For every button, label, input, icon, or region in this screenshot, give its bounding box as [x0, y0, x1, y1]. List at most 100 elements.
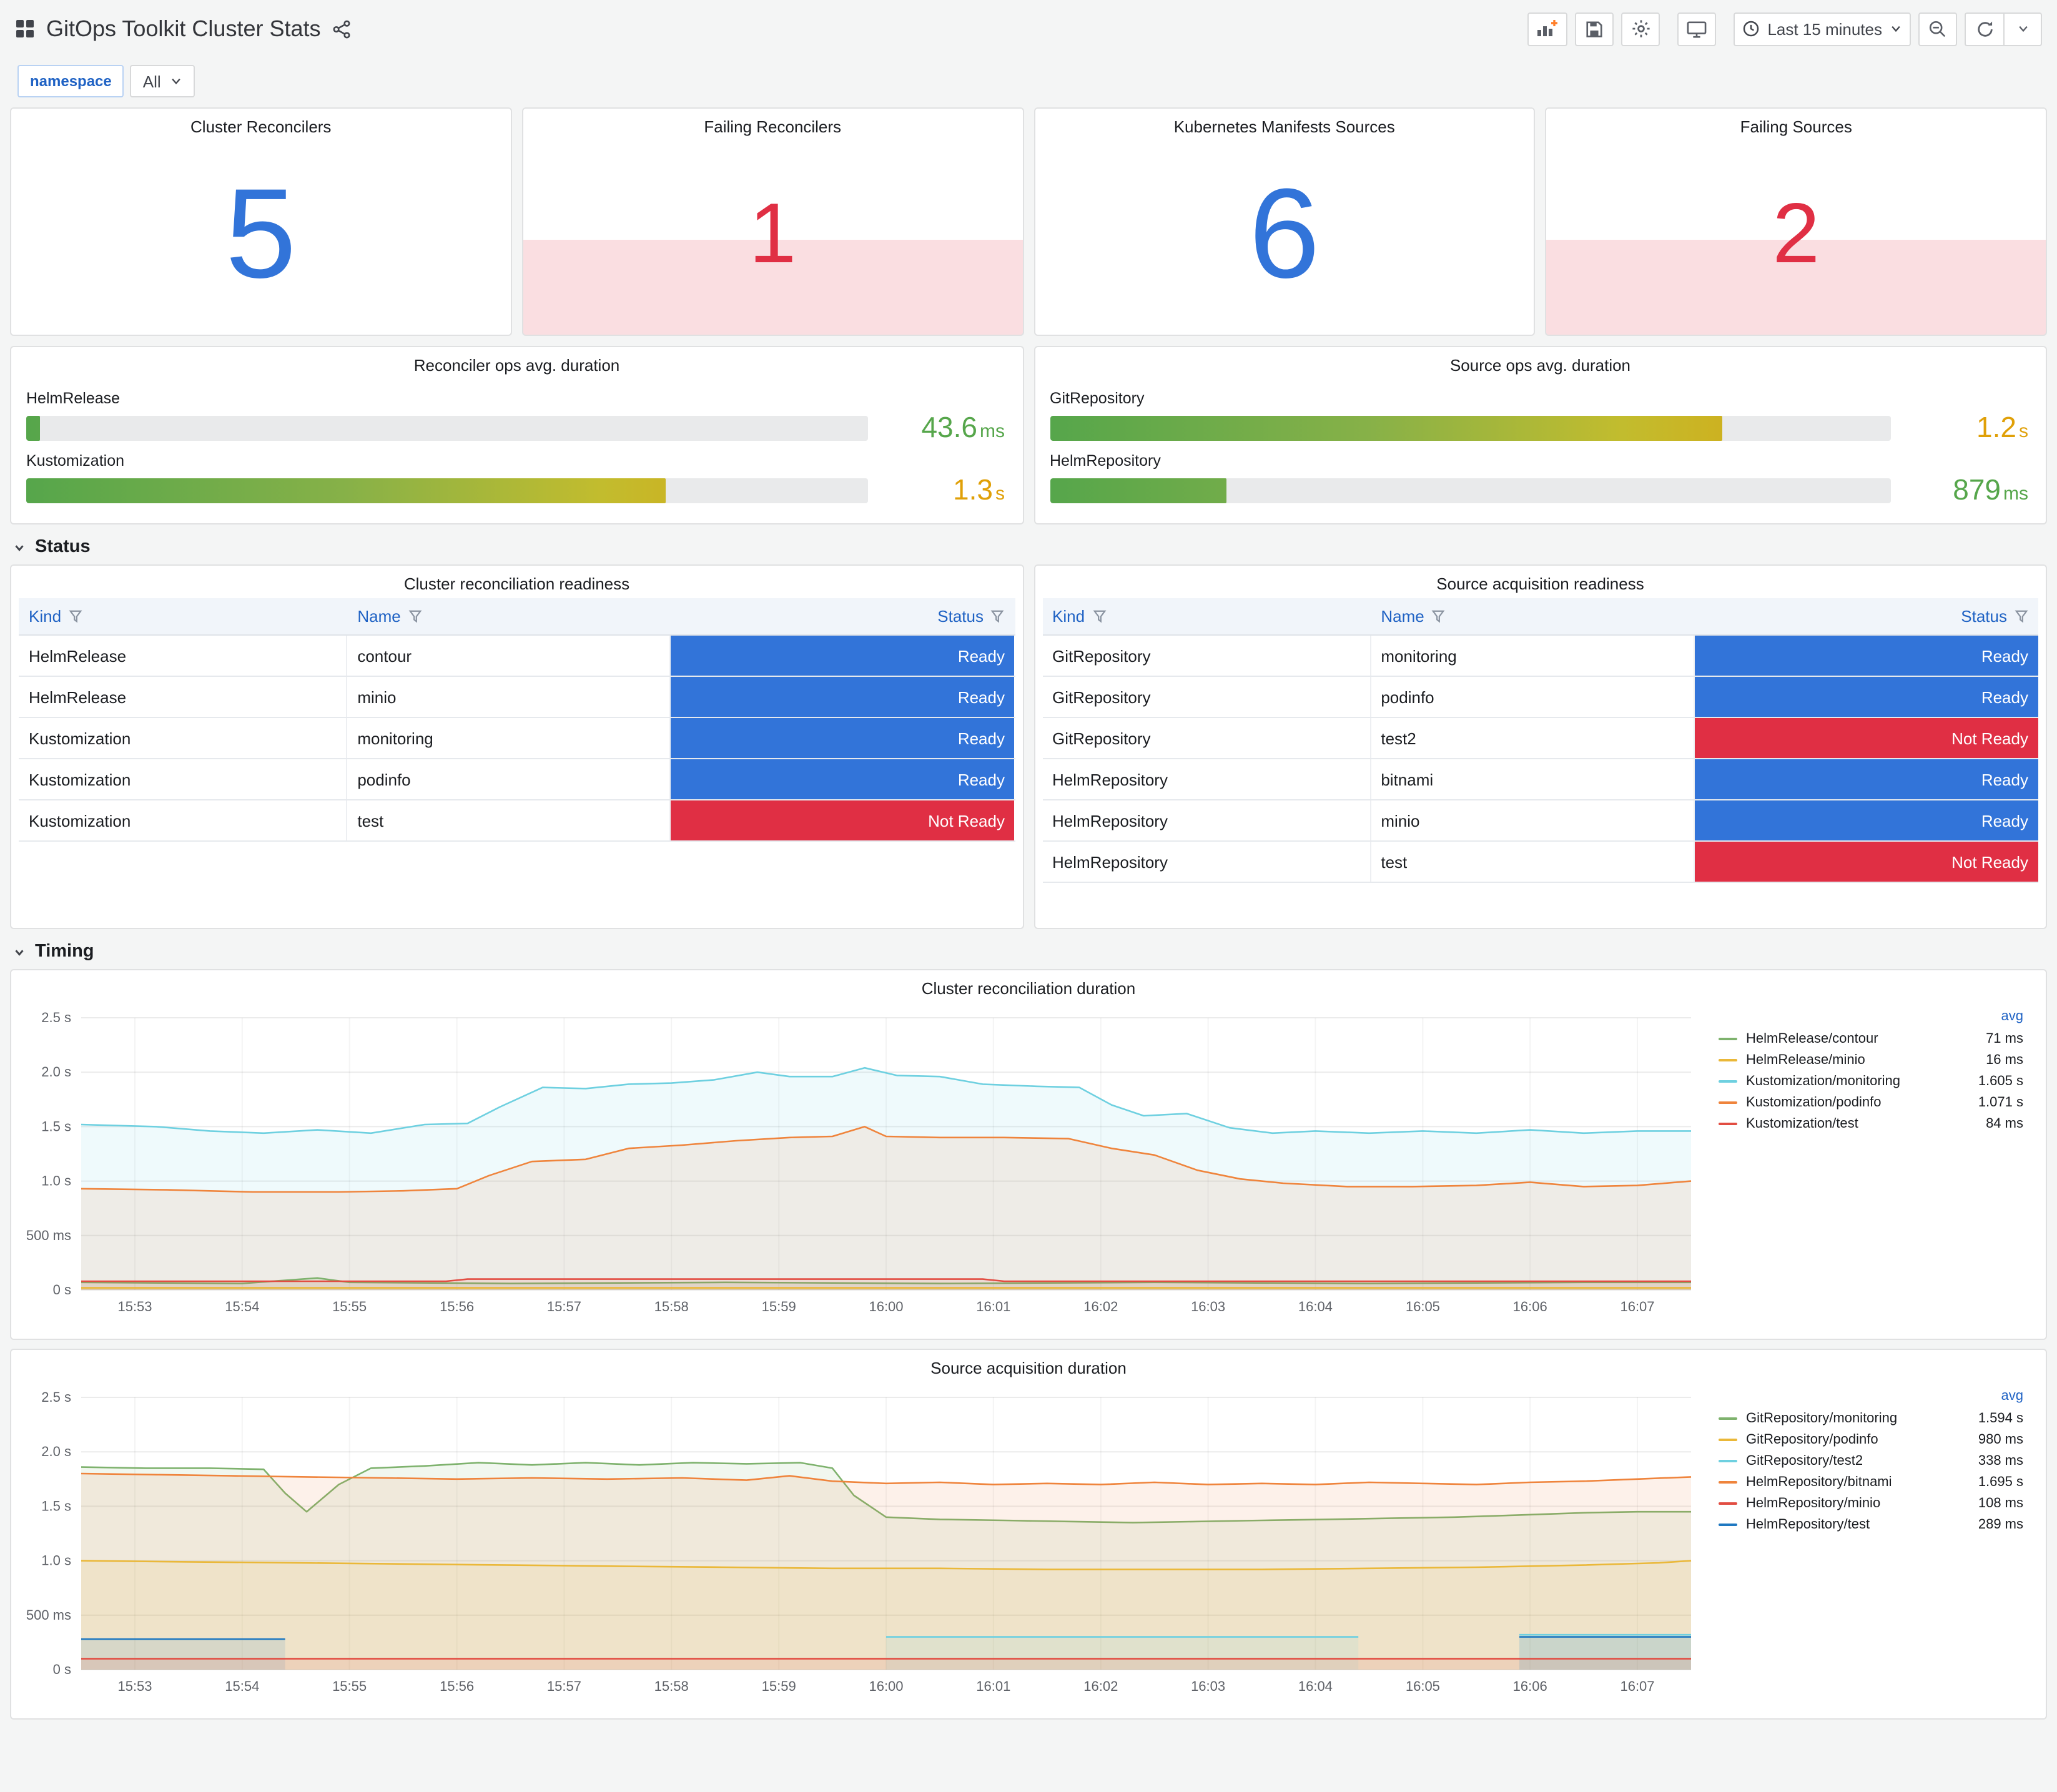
filter-icon[interactable] — [2015, 609, 2028, 623]
cell-status: Not Ready — [1694, 718, 2038, 758]
gauge-label: HelmRelease — [26, 390, 121, 407]
cell-name: minio — [1371, 800, 1695, 840]
zoom-out-button[interactable] — [1918, 12, 1957, 46]
svg-text:15:58: 15:58 — [654, 1299, 689, 1314]
series-color-swatch — [1719, 1058, 1737, 1061]
svg-text:16:05: 16:05 — [1406, 1678, 1440, 1694]
gauge-track — [26, 415, 867, 440]
tables-row: Cluster reconciliation readiness Kind Name… — [10, 564, 2047, 929]
gauge-value: 879 ms — [1953, 473, 2028, 506]
cell-status: Not Ready — [671, 800, 1015, 840]
svg-text:1.5 s: 1.5 s — [41, 1118, 71, 1134]
panel-title[interactable]: Cluster reconciliation duration — [11, 970, 2046, 1003]
gauge-value: 43.6 ms — [921, 411, 1005, 443]
legend-item[interactable]: Kustomization/podinfo 1.071 s — [1719, 1091, 2023, 1113]
cell-status: Ready — [1694, 800, 2038, 840]
legend-item[interactable]: GitRepository/monitoring 1.594 s — [1719, 1407, 2023, 1429]
cell-status: Ready — [671, 759, 1015, 799]
filter-icon[interactable] — [408, 609, 422, 623]
column-header-kind[interactable]: Kind — [1042, 598, 1371, 634]
svg-text:16:03: 16:03 — [1191, 1299, 1225, 1314]
refresh-button[interactable] — [1965, 12, 2003, 46]
dashboard-title: GitOps Toolkit Cluster Stats — [46, 16, 321, 41]
cell-name: monitoring — [347, 718, 671, 758]
svg-text:15:59: 15:59 — [762, 1678, 796, 1694]
stat-row: Cluster Reconcilers 5 Failing Reconcilers 1… — [10, 107, 2047, 336]
svg-text:500 ms: 500 ms — [26, 1228, 71, 1243]
filter-icon[interactable] — [1432, 609, 1446, 623]
variable-namespace-label[interactable]: namespace — [17, 65, 124, 97]
column-header-status[interactable]: Status — [671, 598, 1015, 634]
variable-namespace-value[interactable]: All — [130, 65, 195, 97]
table-row: GitRepository monitoring Ready — [1042, 636, 2038, 677]
column-header-kind[interactable]: Kind — [19, 598, 347, 634]
panel-title[interactable]: Source acquisition readiness — [1035, 566, 2046, 598]
series-name: HelmRepository/test — [1746, 1517, 1870, 1532]
series-color-swatch — [1719, 1438, 1737, 1440]
legend-item[interactable]: HelmRepository/test 289 ms — [1719, 1514, 2023, 1535]
cell-status: Ready — [1694, 677, 2038, 717]
panel-title[interactable]: Kubernetes Manifests Sources — [1035, 109, 1534, 141]
legend-item[interactable]: Kustomization/test 84 ms — [1719, 1113, 2023, 1134]
dashboard-settings-button[interactable] — [1621, 12, 1660, 46]
column-header-status[interactable]: Status — [1695, 598, 2038, 634]
column-header-name[interactable]: Name — [347, 598, 671, 634]
svg-text:1.0 s: 1.0 s — [41, 1553, 71, 1568]
gauge-fill — [1050, 478, 1226, 503]
gauge-label: HelmRepository — [1050, 452, 1161, 470]
cell-status: Ready — [1694, 759, 2038, 799]
series-avg-value: 1.071 s — [1978, 1095, 2023, 1110]
svg-text:15:57: 15:57 — [547, 1299, 581, 1314]
legend-item[interactable]: HelmRelease/contour 71 ms — [1719, 1028, 2023, 1049]
stat-panel: Kubernetes Manifests Sources 6 — [1033, 107, 1536, 336]
series-color-swatch — [1719, 1101, 1737, 1103]
svg-text:0 s: 0 s — [53, 1282, 71, 1297]
svg-text:15:56: 15:56 — [440, 1299, 474, 1314]
section-timing-label: Timing — [35, 942, 94, 962]
time-range-picker[interactable]: Last 15 minutes — [1734, 12, 1911, 46]
panel-title[interactable]: Source acquisition duration — [11, 1350, 2046, 1382]
legend-item[interactable]: GitRepository/test2 338 ms — [1719, 1450, 2023, 1471]
cell-status: Ready — [1694, 636, 2038, 676]
legend-item[interactable]: HelmRepository/minio 108 ms — [1719, 1492, 2023, 1514]
apps-icon[interactable] — [15, 19, 35, 39]
panel-title[interactable]: Source ops avg. duration — [1035, 347, 2046, 380]
table-row: Kustomization test Not Ready — [19, 800, 1015, 842]
chevron-down-icon — [2018, 26, 2027, 32]
legend-item[interactable]: GitRepository/podinfo 980 ms — [1719, 1429, 2023, 1450]
panel-title[interactable]: Reconciler ops avg. duration — [11, 347, 1022, 380]
refresh-interval-dropdown[interactable] — [2003, 12, 2042, 46]
column-header-name[interactable]: Name — [1371, 598, 1694, 634]
filter-icon[interactable] — [1092, 609, 1106, 623]
panel-title[interactable]: Failing Reconcilers — [523, 109, 1023, 141]
series-avg-value: 980 ms — [1978, 1432, 2023, 1447]
monitor-icon — [1687, 21, 1707, 37]
row-toggle-timing[interactable]: Timing — [12, 942, 2045, 962]
dashboard-header: GitOps Toolkit Cluster Stats Last 15 min… — [0, 0, 2057, 57]
row-toggle-status[interactable]: Status — [12, 537, 2045, 557]
series-name: HelmRepository/minio — [1746, 1495, 1881, 1510]
svg-text:15:56: 15:56 — [440, 1678, 474, 1694]
panel-title[interactable]: Failing Sources — [1547, 109, 2046, 141]
cycle-view-mode-button[interactable] — [1677, 12, 1717, 46]
save-dashboard-button[interactable] — [1575, 12, 1614, 46]
gear-icon — [1632, 20, 1650, 37]
chart-plot[interactable]: 0 s 500 ms 1.0 s 1.5 s 2.0 s 2.5 s 15:53 15:54 1… — [16, 1005, 1701, 1320]
legend-item[interactable]: Kustomization/monitoring 1.605 s — [1719, 1070, 2023, 1091]
refresh-icon — [1977, 21, 1992, 36]
filter-icon[interactable] — [69, 609, 82, 623]
legend-item[interactable]: HelmRepository/bitnami 1.695 s — [1719, 1471, 2023, 1492]
clock-icon — [1744, 21, 1759, 37]
panel-title[interactable]: Cluster Reconcilers — [11, 109, 511, 141]
table-row: Kustomization podinfo Ready — [19, 759, 1015, 800]
series-color-swatch — [1719, 1459, 1737, 1462]
table-row: GitRepository podinfo Ready — [1042, 677, 2038, 718]
column-label: Status — [937, 607, 984, 626]
legend-item[interactable]: HelmRelease/minio 16 ms — [1719, 1049, 2023, 1070]
share-icon[interactable] — [332, 19, 351, 38]
panel-title[interactable]: Cluster reconciliation readiness — [11, 566, 1022, 598]
add-panel-button[interactable] — [1527, 12, 1568, 46]
table-panel: Source acquisition readiness Kind Name Stat… — [1033, 564, 2047, 929]
chart-plot[interactable]: 0 s 500 ms 1.0 s 1.5 s 2.0 s 2.5 s 15:53 15:54 1… — [16, 1385, 1701, 1700]
filter-icon[interactable] — [991, 609, 1005, 623]
